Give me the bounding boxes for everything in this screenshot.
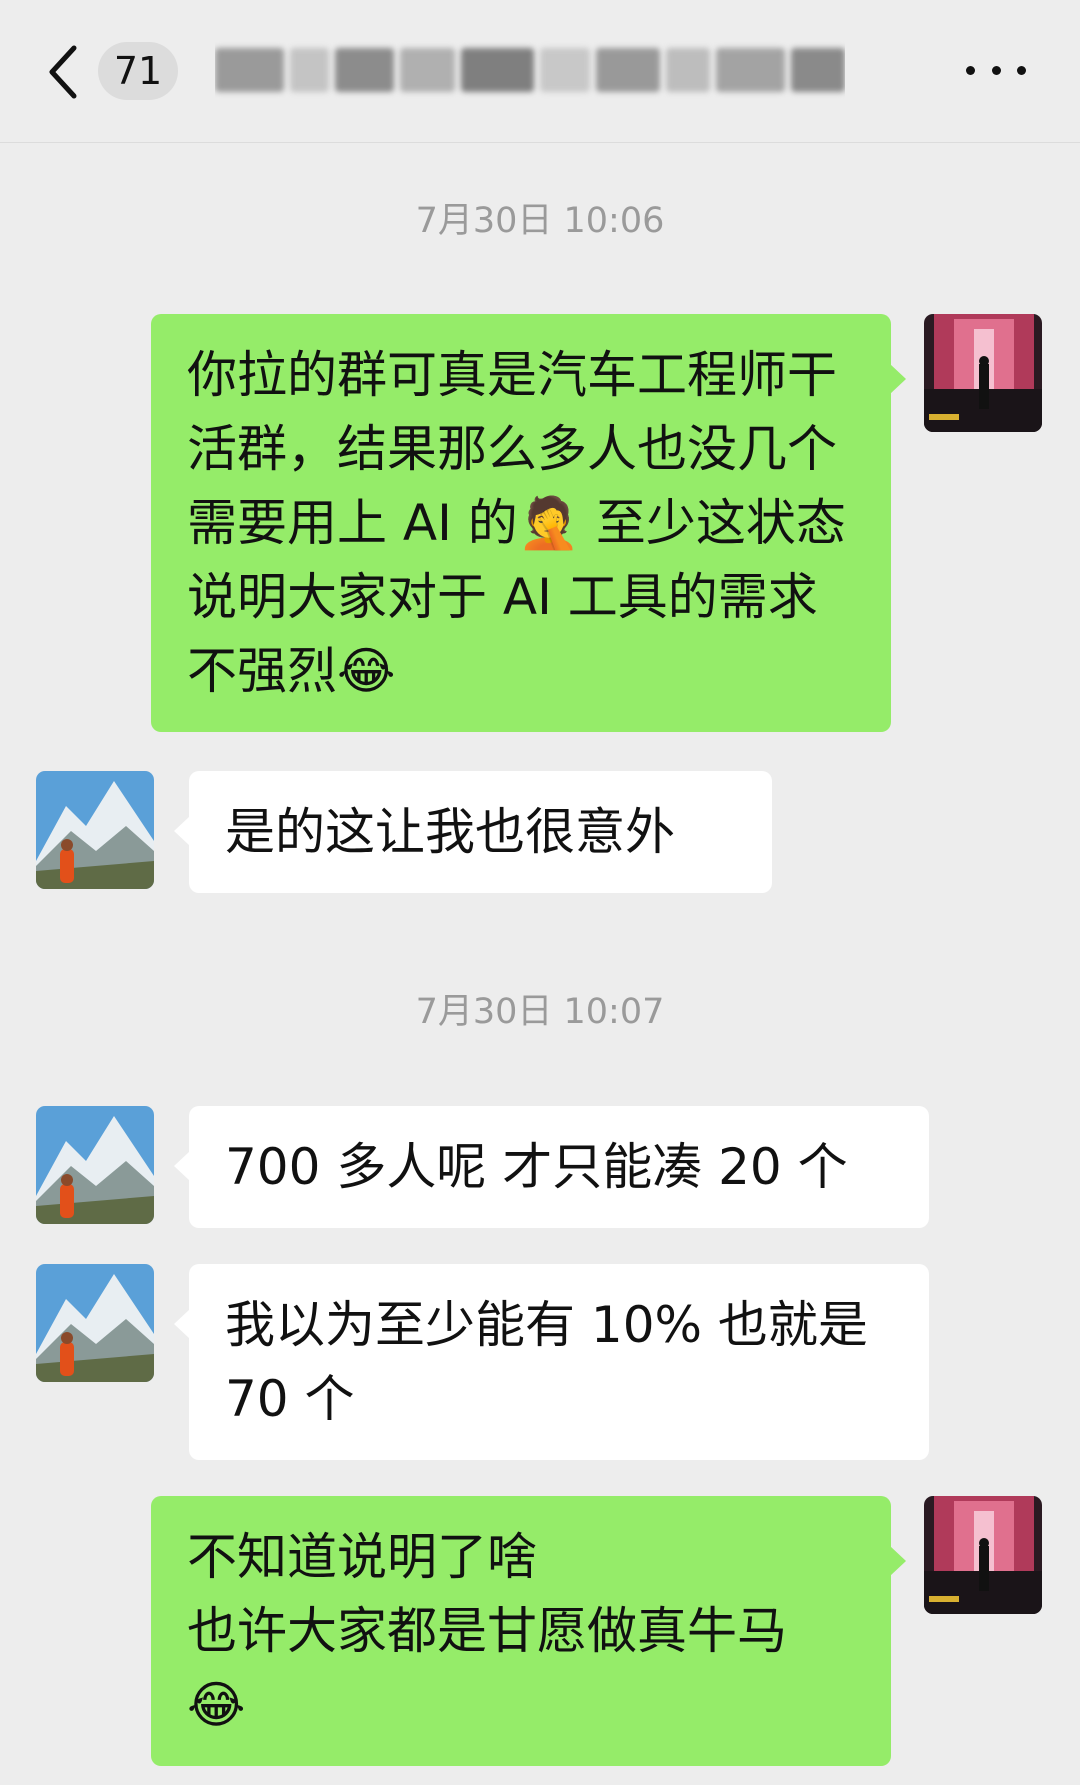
contact-avatar[interactable] (36, 1106, 154, 1224)
chat-title-blurred (215, 38, 845, 102)
unread-count-badge[interactable]: 71 (98, 42, 178, 100)
my-avatar[interactable] (924, 1496, 1042, 1614)
chat-header: 71 (0, 0, 1080, 143)
timestamp: 7月30日 10:06 (415, 201, 665, 241)
my-avatar[interactable] (924, 314, 1042, 432)
contact-avatar[interactable] (36, 771, 154, 889)
message-bubble-received[interactable]: 是的这让我也很意外 (174, 771, 772, 893)
avatar-mountain-image (36, 1106, 154, 1224)
message-bubble-received[interactable]: 我以为至少能有 10% 也就是70 个 (174, 1264, 929, 1460)
more-button[interactable] (966, 60, 1026, 80)
contact-avatar[interactable] (36, 1264, 154, 1382)
message-bubble-sent[interactable]: 你拉的群可真是汽车工程师干活群，结果那么多人也没几个需要用上 AI 的🤦 至少这… (151, 314, 906, 732)
more-dots-icon (966, 65, 975, 75)
avatar-mountain-image (36, 771, 154, 889)
avatar-city-image (924, 314, 1042, 432)
message-bubble-received[interactable]: 700 多人呢 才只能凑 20 个 (174, 1106, 929, 1228)
avatar-mountain-image (36, 1264, 154, 1382)
message-bubble-sent[interactable]: 不知道说明了啥 也许大家都是甘愿做真牛马 😂 (151, 1496, 906, 1766)
avatar-city-image (924, 1496, 1042, 1614)
timestamp: 7月30日 10:07 (415, 992, 665, 1032)
chevron-left-icon (49, 45, 77, 99)
back-button[interactable] (44, 42, 84, 102)
